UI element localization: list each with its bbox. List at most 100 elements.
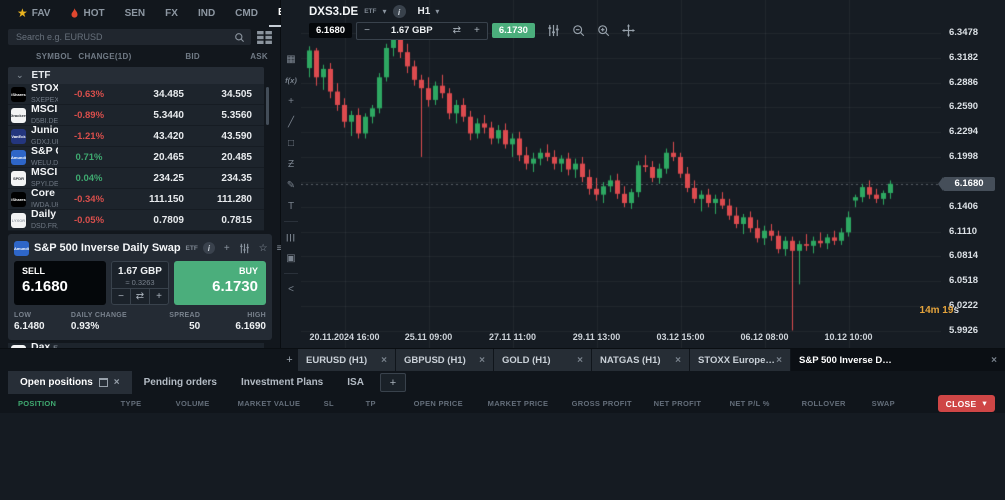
bid-value[interactable]: 34.485: [120, 89, 184, 100]
volume-value[interactable]: 1.67 GBP: [377, 23, 447, 39]
info-icon[interactable]: i: [393, 5, 406, 18]
chart-tab-stoxx[interactable]: STOXX Europe 600…×: [690, 349, 790, 371]
sell-button[interactable]: SELL 6.1680: [14, 261, 106, 305]
watchlist-row-core-msci[interactable]: iShares Core MSCI WoIWDA.UK, iShare… -0.…: [8, 189, 264, 210]
toolbar-divider: [284, 273, 298, 274]
bid-value[interactable]: 234.25: [120, 173, 184, 184]
zoom-out-icon[interactable]: [572, 24, 585, 37]
volume-value[interactable]: 1.67 GBP: [118, 266, 162, 277]
bid-value[interactable]: 5.3440: [120, 110, 184, 121]
rectangle-tool-icon[interactable]: □: [283, 136, 299, 150]
crosshair-icon[interactable]: +: [283, 94, 299, 108]
objects-icon[interactable]: ▣: [283, 251, 299, 265]
tab-isa[interactable]: ISA: [335, 371, 376, 394]
ask-value[interactable]: 20.485: [184, 152, 252, 163]
nav-tab-fav[interactable]: ★ FAV: [8, 0, 59, 26]
close-all-button[interactable]: CLOSE ▾: [938, 395, 995, 412]
chart-buy-button[interactable]: 6.1730: [492, 23, 535, 38]
chart-tab-sp500-inverse[interactable]: S&P 500 Inverse D…×: [791, 349, 1005, 371]
zoom-in-icon[interactable]: [597, 24, 610, 37]
close-icon[interactable]: ×: [381, 355, 387, 366]
info-icon[interactable]: i: [203, 242, 215, 254]
bid-value[interactable]: 43.420: [120, 131, 184, 142]
indicators-fx-icon[interactable]: f(x): [283, 73, 299, 87]
volume-increase-button[interactable]: +: [467, 23, 487, 39]
chart-tab-gold[interactable]: GOLD (H1)×: [494, 349, 591, 371]
favorite-star-icon[interactable]: ☆: [259, 243, 268, 254]
detail-stats: LOW6.1480 DAILY CHANGE0.93% SPREAD50 HIG…: [14, 311, 266, 334]
bid-value[interactable]: 111.150: [120, 194, 184, 205]
ask-value[interactable]: 234.35: [184, 173, 252, 184]
volume-decrease-button[interactable]: −: [112, 289, 130, 304]
volume-bars-icon[interactable]: |||: [283, 230, 299, 244]
price-chart-canvas[interactable]: [301, 0, 941, 348]
nav-tab-fx[interactable]: FX: [156, 0, 187, 26]
chart-type-icon[interactable]: ▦: [283, 52, 299, 66]
volume-increase-button[interactable]: +: [149, 289, 168, 304]
close-icon[interactable]: ×: [991, 355, 997, 366]
chart-symbol[interactable]: DXS3.DE: [309, 6, 358, 18]
pan-move-icon[interactable]: [622, 24, 635, 37]
watchlist-row-daily-shortdax[interactable]: LYXOR Daily ShortdaxDSD.FR, Amundi,… -0.…: [8, 210, 264, 231]
watchlist-row-msci-mexico[interactable]: Xtrackers MSCI MexicoD5BI.DE, Xtrack… -0…: [8, 105, 264, 126]
close-icon[interactable]: ×: [776, 355, 782, 366]
chart-tab-gbpusd[interactable]: GBPUSD (H1)×: [396, 349, 493, 371]
add-icon[interactable]: +: [224, 243, 230, 254]
tab-open-positions[interactable]: Open positions ×: [8, 371, 132, 394]
ask-value[interactable]: 5.3560: [184, 110, 252, 121]
ask-value[interactable]: 43.590: [184, 131, 252, 142]
change-value: -0.34%: [58, 194, 120, 205]
watchlist-row-stoxx-europe[interactable]: iShares STOXX EuropeSXEPEX.DE, iSha… -0.…: [8, 84, 264, 105]
volume-unit-toggle[interactable]: ⇄: [447, 23, 467, 39]
bid-value[interactable]: 20.465: [120, 152, 184, 163]
symbol-dropdown-icon[interactable]: ▾: [383, 7, 387, 16]
timeframe-select[interactable]: H1▾: [418, 6, 440, 17]
text-tool-icon[interactable]: T: [283, 199, 299, 213]
nav-tab-cmd[interactable]: CMD: [226, 0, 267, 26]
ask-value[interactable]: 111.280: [184, 194, 252, 205]
nav-tab-hot[interactable]: HOT: [61, 0, 113, 26]
positions-tab-bar: Open positions × Pending orders Investme…: [0, 371, 1005, 394]
draw-pencil-icon[interactable]: ✎: [283, 178, 299, 192]
waves-tool-icon[interactable]: Ƶ: [283, 157, 299, 171]
close-icon[interactable]: ×: [577, 355, 583, 366]
list-scrollbar[interactable]: [266, 87, 269, 125]
maximize-icon[interactable]: [99, 378, 108, 387]
tab-investment-plans[interactable]: Investment Plans: [229, 371, 335, 394]
time-axis[interactable]: 20.11.2024 16:0025.11 09:0027.11 11:0029…: [301, 330, 941, 346]
view-grid-icon[interactable]: [257, 31, 272, 44]
search-input[interactable]: [14, 31, 234, 43]
volume-decrease-button[interactable]: −: [357, 23, 377, 39]
price-axis-label: 6.2294: [949, 126, 978, 137]
chart-plot-area[interactable]: [301, 0, 941, 348]
close-icon[interactable]: ×: [114, 377, 120, 388]
trend-line-icon[interactable]: ╱: [283, 115, 299, 129]
search-box[interactable]: [8, 29, 251, 45]
watchlist-row-junior-gold[interactable]: VanEck Junior Gold MiGDXJ.UK, VanEc… -1.…: [8, 126, 264, 147]
share-icon[interactable]: <: [283, 282, 299, 296]
indicators-icon[interactable]: [239, 243, 250, 254]
bid-value[interactable]: 0.7809: [120, 215, 184, 226]
instrument-logo: iShares: [11, 192, 26, 207]
nav-tab-sen[interactable]: SEN: [116, 0, 155, 26]
price-axis[interactable]: 6.1680 6.34786.31826.28866.25906.22946.1…: [941, 0, 1005, 348]
group-header-etf[interactable]: ⌄ ETF: [8, 67, 264, 84]
watchlist-row-sp-gl-info[interactable]: Amundi S&P GI Info TeWELU.DE, Amun… 0.71…: [8, 147, 264, 168]
close-icon[interactable]: ×: [479, 355, 485, 366]
nav-tab-ind[interactable]: IND: [189, 0, 224, 26]
time-axis-label: 27.11 11:00: [489, 332, 536, 342]
chart-tab-eurusd[interactable]: EURUSD (H1)×: [298, 349, 395, 371]
tab-pending-orders[interactable]: Pending orders: [132, 371, 229, 394]
ask-value[interactable]: 34.505: [184, 89, 252, 100]
watchlist-row-msci-acwi[interactable]: SPDR MSCI ACWI IMSPYI.DE, SPDR, … 0.04% …: [8, 168, 264, 189]
ask-value[interactable]: 0.7815: [184, 215, 252, 226]
price-axis-label: 6.0814: [949, 250, 978, 261]
new-chart-tab-button[interactable]: +: [282, 349, 297, 371]
compare-instruments-icon[interactable]: [547, 24, 560, 37]
close-icon[interactable]: ×: [675, 355, 681, 366]
chart-tab-natgas[interactable]: NATGAS (H1)×: [592, 349, 689, 371]
add-panel-tab-button[interactable]: +: [380, 373, 406, 392]
buy-button[interactable]: BUY 6.1730: [174, 261, 266, 305]
volume-unit-toggle[interactable]: ⇄: [130, 289, 149, 304]
chart-sell-button[interactable]: 6.1680: [309, 23, 352, 38]
